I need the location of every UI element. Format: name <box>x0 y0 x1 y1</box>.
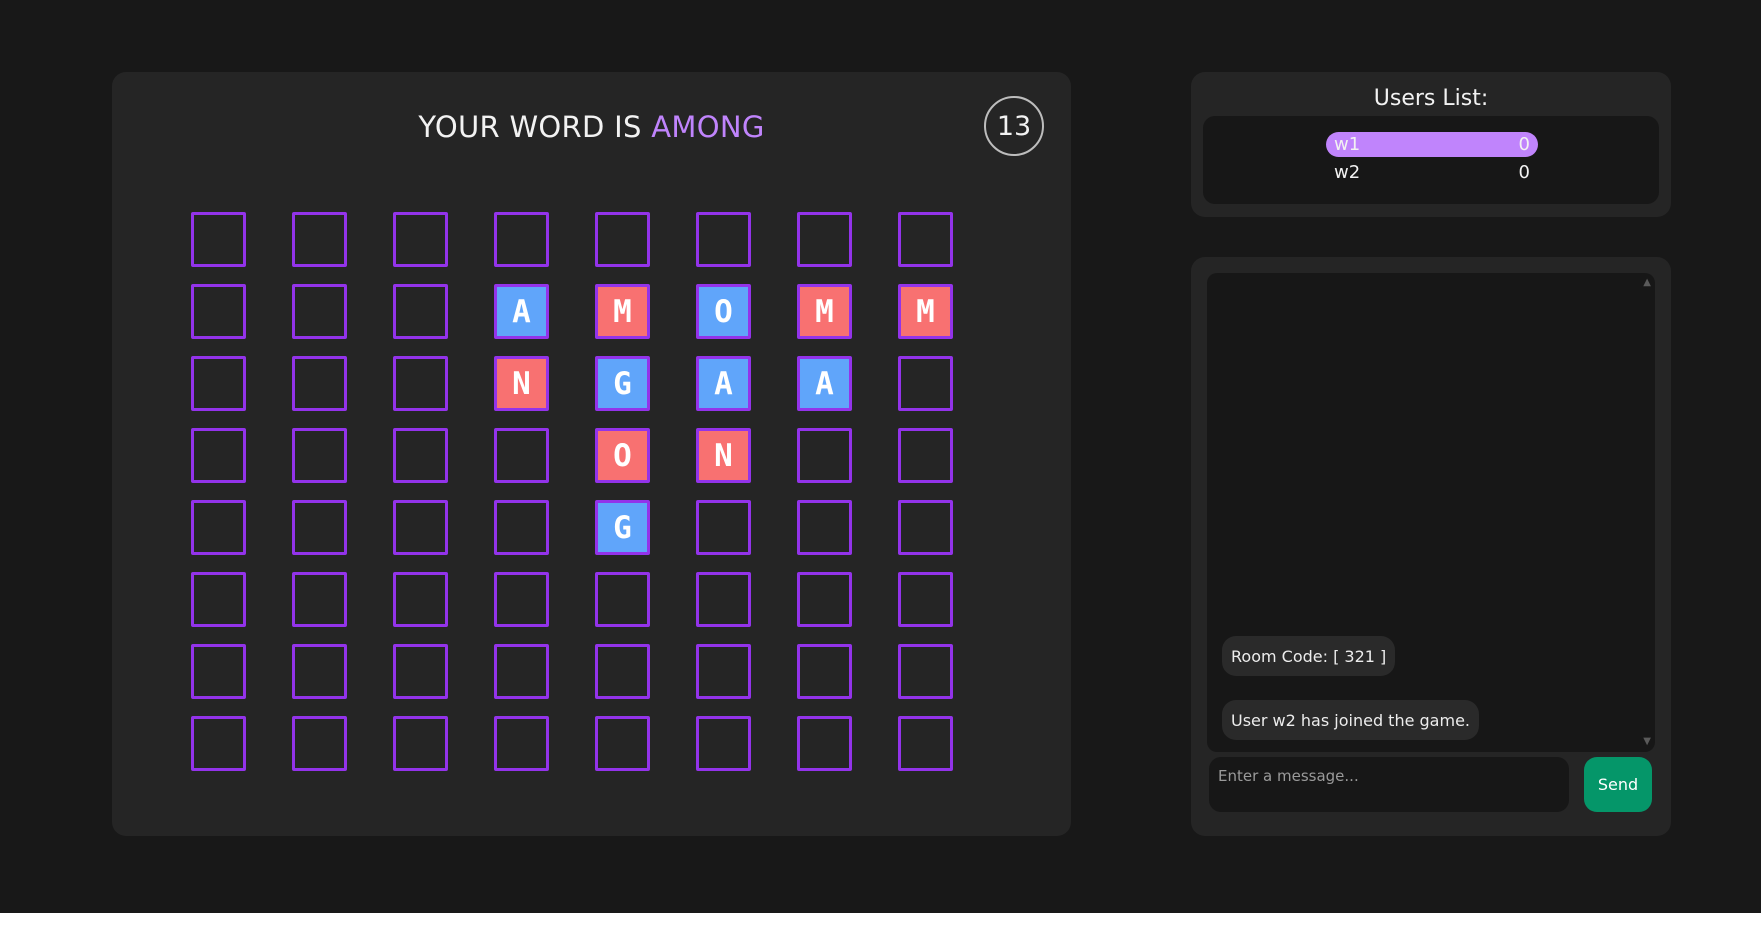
users-list-title: Users List: <box>1373 86 1489 111</box>
grid-cell[interactable] <box>595 644 650 699</box>
chevron-up-icon[interactable]: ▲ <box>1643 278 1651 288</box>
send-button[interactable]: Send <box>1584 757 1652 812</box>
grid-cell[interactable] <box>494 428 549 483</box>
grid-cell[interactable]: M <box>595 284 650 339</box>
timer-badge: 13 <box>984 96 1044 156</box>
grid-cell[interactable] <box>797 428 852 483</box>
grid-cell[interactable] <box>494 500 549 555</box>
user-score: 0 <box>1518 162 1530 183</box>
grid-cell[interactable] <box>494 716 549 771</box>
grid-cell[interactable] <box>393 644 448 699</box>
user-score: 0 <box>1518 134 1530 155</box>
grid-cell[interactable] <box>494 572 549 627</box>
grid-cell[interactable] <box>292 716 347 771</box>
grid-cell[interactable] <box>292 212 347 267</box>
grid-cell[interactable]: G <box>595 356 650 411</box>
grid-cell[interactable] <box>696 212 751 267</box>
grid-cell[interactable] <box>393 716 448 771</box>
user-name: w2 <box>1334 162 1361 183</box>
grid-cell[interactable]: O <box>696 284 751 339</box>
grid-cell[interactable] <box>292 500 347 555</box>
grid-cell[interactable] <box>595 716 650 771</box>
grid-cell[interactable] <box>292 284 347 339</box>
grid-cell[interactable] <box>393 284 448 339</box>
chat-message: User w2 has joined the game. <box>1222 700 1479 740</box>
bottom-strip <box>0 913 1761 927</box>
grid-cell[interactable] <box>191 644 246 699</box>
title-prefix: YOUR WORD IS <box>418 110 642 144</box>
grid-cell[interactable] <box>898 356 953 411</box>
grid-cell[interactable]: A <box>494 284 549 339</box>
chat-panel: ▲ Room Code: [ 321 ] User w2 has joined … <box>1191 257 1671 836</box>
grid-cell[interactable] <box>292 356 347 411</box>
grid-cell[interactable] <box>797 716 852 771</box>
grid-cell[interactable] <box>191 212 246 267</box>
users-list: w1 0 w2 0 <box>1203 116 1659 204</box>
grid-cell[interactable]: A <box>797 356 852 411</box>
game-panel: YOUR WORD IS AMONG 13 A M O M M N G A A … <box>112 72 1071 836</box>
grid-cell[interactable] <box>191 428 246 483</box>
grid-cell[interactable] <box>696 644 751 699</box>
grid-cell[interactable]: M <box>797 284 852 339</box>
grid-cell[interactable] <box>797 572 852 627</box>
grid-cell[interactable] <box>292 644 347 699</box>
app-root: YOUR WORD IS AMONG 13 A M O M M N G A A … <box>0 0 1761 927</box>
user-row-w2[interactable]: w2 0 <box>1326 160 1538 185</box>
grid-cell[interactable] <box>393 500 448 555</box>
chevron-down-icon[interactable]: ▼ <box>1643 737 1651 747</box>
grid-cell[interactable] <box>191 716 246 771</box>
grid-cell[interactable] <box>898 716 953 771</box>
grid-cell[interactable] <box>393 572 448 627</box>
grid-cell[interactable] <box>797 212 852 267</box>
user-name: w1 <box>1334 134 1361 155</box>
grid-cell[interactable]: G <box>595 500 650 555</box>
grid-cell[interactable] <box>696 500 751 555</box>
grid-cell[interactable] <box>797 500 852 555</box>
grid-cell[interactable] <box>191 500 246 555</box>
grid-cell[interactable] <box>191 284 246 339</box>
message-input[interactable] <box>1209 757 1569 812</box>
grid-cell[interactable]: N <box>696 428 751 483</box>
grid-cell[interactable] <box>595 212 650 267</box>
grid-cell[interactable] <box>393 356 448 411</box>
grid-cell[interactable] <box>696 716 751 771</box>
page-title: YOUR WORD IS AMONG <box>112 110 1071 144</box>
chat-message-text: User w2 has joined the game. <box>1231 710 1470 730</box>
letter-grid: A M O M M N G A A O N G <box>191 212 953 771</box>
grid-cell[interactable] <box>494 212 549 267</box>
grid-cell[interactable] <box>393 212 448 267</box>
grid-cell[interactable] <box>191 356 246 411</box>
grid-cell[interactable] <box>292 572 347 627</box>
grid-cell[interactable] <box>797 644 852 699</box>
grid-cell[interactable] <box>595 572 650 627</box>
user-row-w1[interactable]: w1 0 <box>1326 132 1538 157</box>
grid-cell[interactable]: O <box>595 428 650 483</box>
grid-cell[interactable] <box>696 572 751 627</box>
timer-value: 13 <box>996 110 1032 142</box>
chat-message-text: Room Code: [ 321 ] <box>1231 646 1387 666</box>
chat-message: Room Code: [ 321 ] <box>1222 636 1396 676</box>
grid-cell[interactable] <box>494 644 549 699</box>
grid-cell[interactable]: A <box>696 356 751 411</box>
grid-cell[interactable] <box>393 428 448 483</box>
grid-cell[interactable]: N <box>494 356 549 411</box>
grid-cell[interactable] <box>898 428 953 483</box>
grid-cell[interactable] <box>898 572 953 627</box>
users-panel: Users List: w1 0 w2 0 <box>1191 72 1671 217</box>
grid-cell[interactable] <box>898 644 953 699</box>
grid-cell[interactable] <box>191 572 246 627</box>
chat-messages[interactable]: ▲ Room Code: [ 321 ] User w2 has joined … <box>1207 273 1655 752</box>
grid-cell[interactable] <box>898 212 953 267</box>
grid-cell[interactable]: M <box>898 284 953 339</box>
grid-cell[interactable] <box>292 428 347 483</box>
target-word: AMONG <box>651 110 765 144</box>
grid-cell[interactable] <box>898 500 953 555</box>
